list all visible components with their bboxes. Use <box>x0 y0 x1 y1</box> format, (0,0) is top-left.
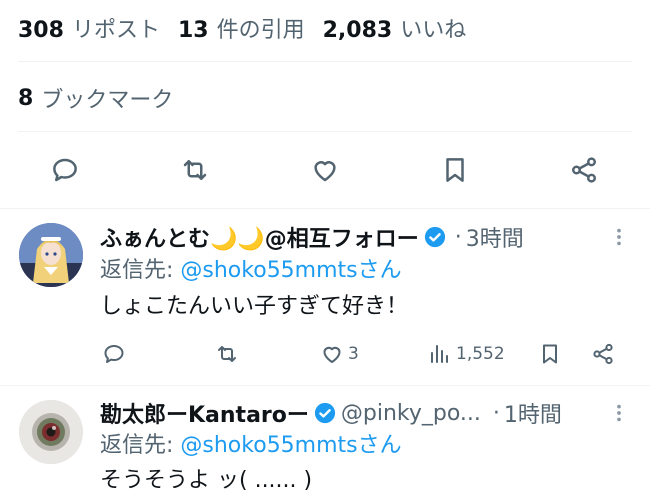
avatar[interactable] <box>19 223 83 287</box>
reply-to-label: 返信先: <box>100 433 181 458</box>
avatar[interactable] <box>19 400 83 464</box>
like-count: 3 <box>348 344 359 364</box>
reply-button[interactable] <box>102 341 130 367</box>
engagement-stats: 308 リポスト 13 件の引用 2,083 いいね <box>18 8 484 48</box>
reposts-label: リポスト <box>71 18 160 43</box>
timestamp[interactable]: 1時間 <box>504 397 562 429</box>
reply-to-handle[interactable]: @shoko55mmtsさん <box>180 258 401 283</box>
more-icon <box>617 228 621 246</box>
tweet-text: しょこたんいい子すぎて好き！ <box>100 294 409 319</box>
share-button[interactable] <box>591 341 615 367</box>
timestamp[interactable]: 3時間 <box>466 221 524 253</box>
reply-to-handle[interactable]: @shoko55mmtsさん <box>180 433 401 458</box>
likes-stat[interactable]: 2,083 いいね <box>323 12 467 44</box>
verified-badge-icon <box>314 402 335 424</box>
bookmark-icon <box>543 344 557 364</box>
separator-dot: · <box>454 224 462 250</box>
bookmarks-count: 8 <box>18 85 34 111</box>
more-options-button[interactable] <box>607 222 631 252</box>
views-button[interactable]: 1,552 <box>428 341 505 367</box>
tweet-text: そうそうよ ッ( ...... ) <box>100 468 313 493</box>
repost-button[interactable] <box>173 148 217 192</box>
reply-author-line: ふぁんとむ🌙🌙@相互フォロー · 3時間 <box>100 221 524 253</box>
divider <box>18 61 632 62</box>
reply-to-line: 返信先: @shoko55mmtsさん <box>100 256 402 286</box>
user-handle[interactable]: @pinky_po... <box>341 401 481 426</box>
likes-count: 2,083 <box>322 18 393 43</box>
heart-icon <box>323 346 341 363</box>
heart-icon <box>314 161 336 182</box>
like-button[interactable] <box>303 148 347 192</box>
share-icon <box>572 157 596 183</box>
more-options-button[interactable] <box>607 398 631 428</box>
share-icon <box>593 343 613 365</box>
reply-author-line: 勘太郎ーKantaroー @pinky_po... · 1時間 <box>100 397 562 429</box>
quotes-stat[interactable]: 13 件の引用 <box>178 12 305 44</box>
quotes-label: 件の引用 <box>216 18 305 43</box>
repost-icon <box>183 160 207 180</box>
avatar-image <box>19 223 83 287</box>
tweet-separator <box>0 385 650 386</box>
bookmarks-stat[interactable]: 8 ブックマーク <box>18 78 173 118</box>
bookmark-button[interactable] <box>538 341 562 367</box>
reposts-stat[interactable]: 308 リポスト <box>18 12 160 44</box>
view-count: 1,552 <box>456 344 505 364</box>
tweet-separator <box>0 208 650 209</box>
like-button[interactable]: 3 <box>320 341 359 367</box>
reply-button[interactable] <box>43 148 87 192</box>
avatar-image <box>19 400 83 464</box>
more-icon <box>617 404 621 422</box>
verified-badge-icon <box>424 226 445 248</box>
divider <box>18 131 632 132</box>
bookmark-icon <box>446 158 464 182</box>
likes-label: いいね <box>400 18 467 43</box>
display-name[interactable]: ふぁんとむ🌙🌙@相互フォロー <box>100 221 419 253</box>
reply-icon <box>104 345 124 363</box>
repost-icon <box>218 346 236 362</box>
reply-to-line: 返信先: @shoko55mmtsさん <box>100 431 402 461</box>
display-name[interactable]: 勘太郎ーKantaroー <box>100 397 309 429</box>
share-button[interactable] <box>562 148 606 192</box>
quotes-count: 13 <box>177 18 209 43</box>
separator-dot: · <box>492 400 500 426</box>
reposts-count: 308 <box>18 18 64 43</box>
reply-icon <box>53 158 77 182</box>
views-icon <box>431 345 448 363</box>
bookmarks-label: ブックマーク <box>41 88 174 113</box>
reply-to-label: 返信先: <box>100 258 181 283</box>
bookmark-button[interactable] <box>433 148 477 192</box>
repost-button[interactable] <box>215 341 243 367</box>
